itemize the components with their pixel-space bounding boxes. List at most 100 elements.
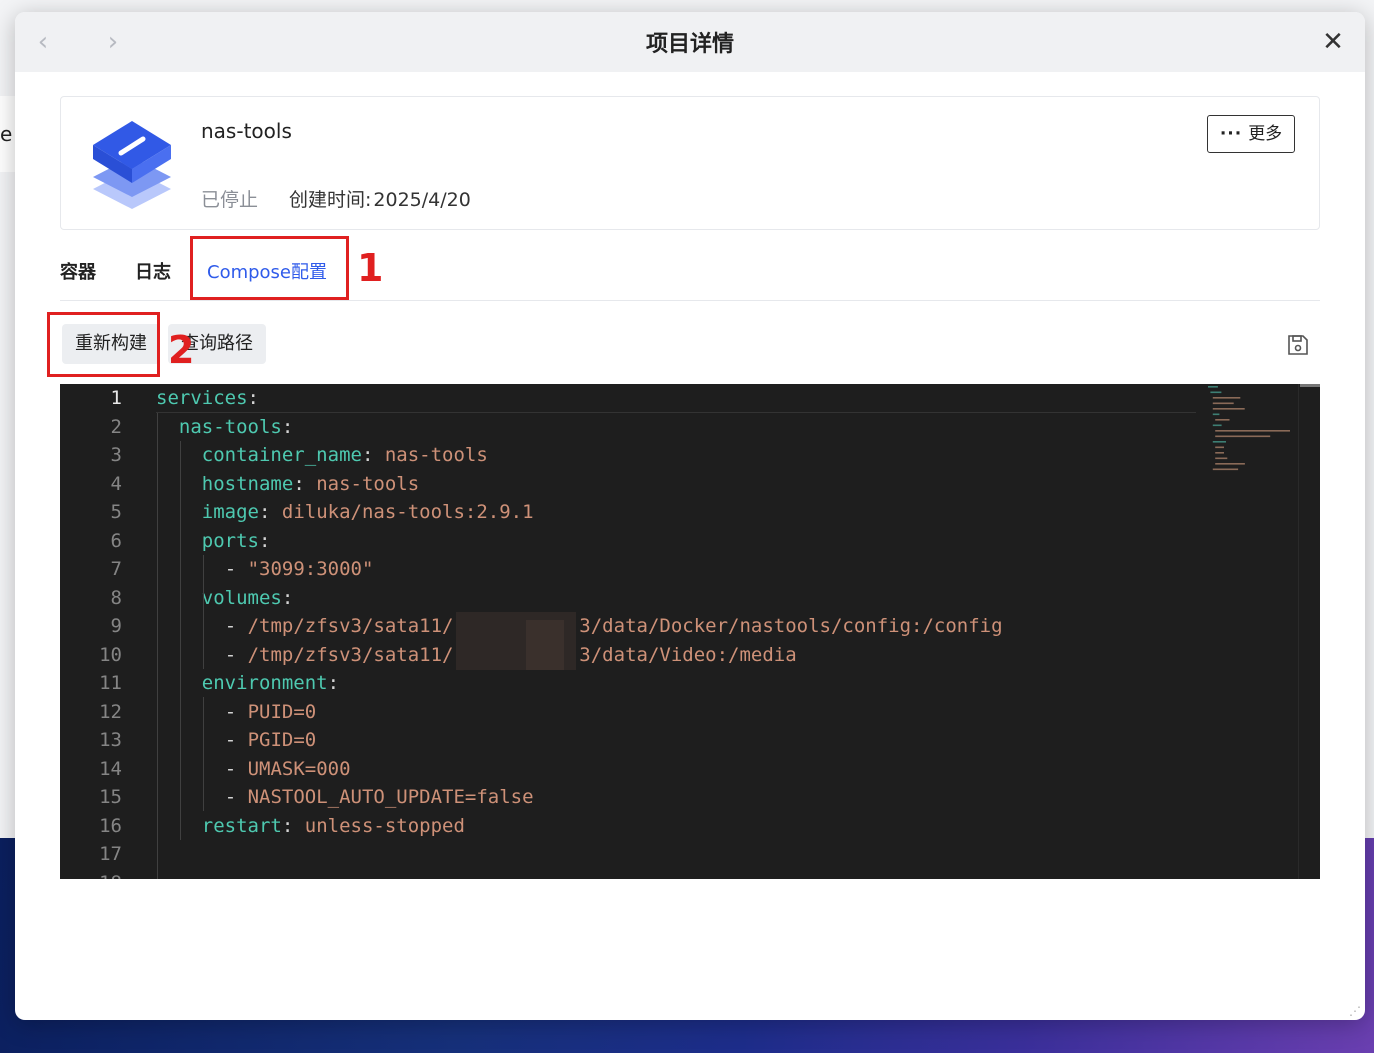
close-icon[interactable]: ✕	[1319, 28, 1347, 56]
yaml-value: NASTOOL_AUTO_UPDATE=false	[247, 786, 534, 808]
code-line: ports:	[202, 527, 271, 556]
code-line: - /tmp/zfsv3/sata11/ 3/data/Docker/nasto…	[225, 612, 1003, 641]
background-window-text: e	[0, 122, 13, 146]
code-line: nas-tools:	[179, 413, 293, 442]
yaml-separator: :	[259, 501, 282, 523]
minimap-line	[1212, 402, 1234, 405]
line-number: 14	[99, 757, 122, 780]
tab-containers[interactable]: 容器	[60, 258, 96, 284]
line-number: 15	[99, 786, 122, 808]
compose-editor[interactable]: 123456789101112131415161718 services:nas…	[60, 384, 1320, 879]
yaml-separator: :	[327, 672, 340, 694]
minimap-line	[1215, 463, 1245, 465]
code-line: services:	[156, 384, 259, 413]
yaml-key: ports	[201, 529, 259, 552]
line-number-gutter: 123456789101112131415161718	[60, 384, 156, 879]
indent-guide	[179, 441, 181, 840]
code-line: - NASTOOL_AUTO_UPDATE=false	[225, 783, 534, 812]
line-number: 3	[110, 444, 122, 466]
yaml-key: container_name	[201, 444, 362, 466]
yaml-separator: -	[224, 700, 248, 723]
yaml-key: volumes	[201, 586, 282, 609]
minimap-line	[1215, 435, 1271, 438]
scrollbar-thumb[interactable]	[1300, 384, 1320, 387]
code-area[interactable]: services: nas-tools: container_name: nas-t…	[156, 384, 1196, 879]
editor-scrollbar[interactable]	[1298, 384, 1320, 879]
yaml-separator: :	[293, 472, 317, 495]
created-value: 2025/4/20	[373, 189, 471, 211]
yaml-key: environment	[201, 672, 328, 694]
annotation-number-1: 1	[357, 246, 384, 290]
minimap-line	[1210, 391, 1222, 394]
code-line: volumes:	[202, 584, 294, 613]
line-number: 10	[99, 643, 122, 666]
yaml-separator: :	[281, 814, 305, 837]
project-summary-card: nas-tools 已停止 创建时间: 2025/4/20 ··· 更多	[60, 96, 1320, 230]
tab-logs[interactable]: 日志	[135, 258, 171, 284]
stacked-layers-icon	[93, 121, 171, 209]
yaml-value: diluka/nas-tools:2.9.1	[281, 501, 534, 523]
yaml-separator: :	[281, 586, 294, 609]
more-button[interactable]: ··· 更多	[1207, 115, 1295, 153]
line-number: 16	[99, 814, 122, 837]
dialog-title: 项目详情	[645, 32, 734, 57]
dialog-titlebar: ‹ › 项目详情 ✕	[15, 12, 1365, 72]
project-name: nas-tools	[201, 119, 292, 143]
minimap-line	[1215, 430, 1290, 432]
project-detail-dialog: ‹ › 项目详情 ✕ nas-tools 已停止 创建时间: 2025/4/20 …	[15, 12, 1365, 1020]
line-number: 17	[99, 843, 122, 865]
code-line: - PUID=0	[225, 698, 317, 727]
yaml-key: nas-tools	[178, 415, 282, 438]
indent-guide	[202, 612, 204, 669]
code-line: - UMASK=000	[225, 755, 351, 784]
yaml-separator: -	[224, 757, 248, 780]
minimap-line	[1208, 386, 1218, 388]
line-number: 13	[99, 729, 122, 751]
minimap-line	[1212, 397, 1241, 399]
minimap-line	[1215, 446, 1224, 449]
line-number: 18	[62, 869, 122, 880]
yaml-separator: -	[224, 615, 248, 637]
yaml-separator: :	[281, 415, 294, 438]
annotation-box-2	[47, 312, 160, 377]
yaml-key: restart	[201, 814, 282, 837]
line-number: 9	[110, 615, 122, 637]
line-number: 8	[110, 586, 122, 609]
code-line: - "3099:3000"	[225, 555, 374, 584]
indent-guide	[202, 697, 204, 811]
yaml-value: /tmp/zfsv3/sata11/ 3/data/Docker/nastool…	[247, 615, 1003, 637]
minimap-line	[1212, 468, 1239, 471]
line-number: 4	[110, 472, 122, 495]
code-line: container_name: nas-tools	[202, 441, 488, 470]
created-time: 创建时间: 2025/4/20	[289, 185, 471, 212]
yaml-separator: -	[224, 729, 248, 751]
code-line: hostname: nas-tools	[202, 470, 419, 499]
line-number: 7	[110, 558, 122, 580]
more-label: 更多	[1248, 124, 1283, 144]
yaml-separator: -	[224, 643, 248, 666]
yaml-value: "3099:3000"	[247, 558, 374, 580]
code-minimap[interactable]	[1206, 384, 1296, 494]
minimap-line	[1212, 413, 1220, 416]
yaml-value: nas-tools	[384, 444, 488, 466]
redacted-area	[526, 620, 564, 670]
save-icon[interactable]	[1286, 333, 1310, 357]
annotation-box-1	[190, 236, 349, 300]
line-number: 11	[99, 672, 122, 694]
yaml-value: unless-stopped	[304, 814, 465, 837]
indent-guide	[157, 412, 158, 879]
minimap-line	[1212, 408, 1245, 410]
ellipsis-icon: ···	[1219, 124, 1243, 144]
yaml-separator: -	[224, 558, 248, 580]
resize-handle-icon[interactable]: ⋰	[1349, 1004, 1361, 1018]
line-number: 5	[110, 501, 122, 523]
created-label: 创建时间:	[289, 189, 372, 211]
yaml-value: UMASK=000	[247, 757, 351, 780]
yaml-separator: :	[247, 387, 259, 409]
minimap-line	[1212, 424, 1222, 427]
yaml-value: nas-tools	[316, 472, 420, 495]
minimap-line	[1212, 441, 1226, 443]
annotation-number-2: 2	[168, 328, 195, 372]
minimap-line	[1215, 457, 1228, 460]
code-line: image: diluka/nas-tools:2.9.1	[202, 498, 534, 527]
